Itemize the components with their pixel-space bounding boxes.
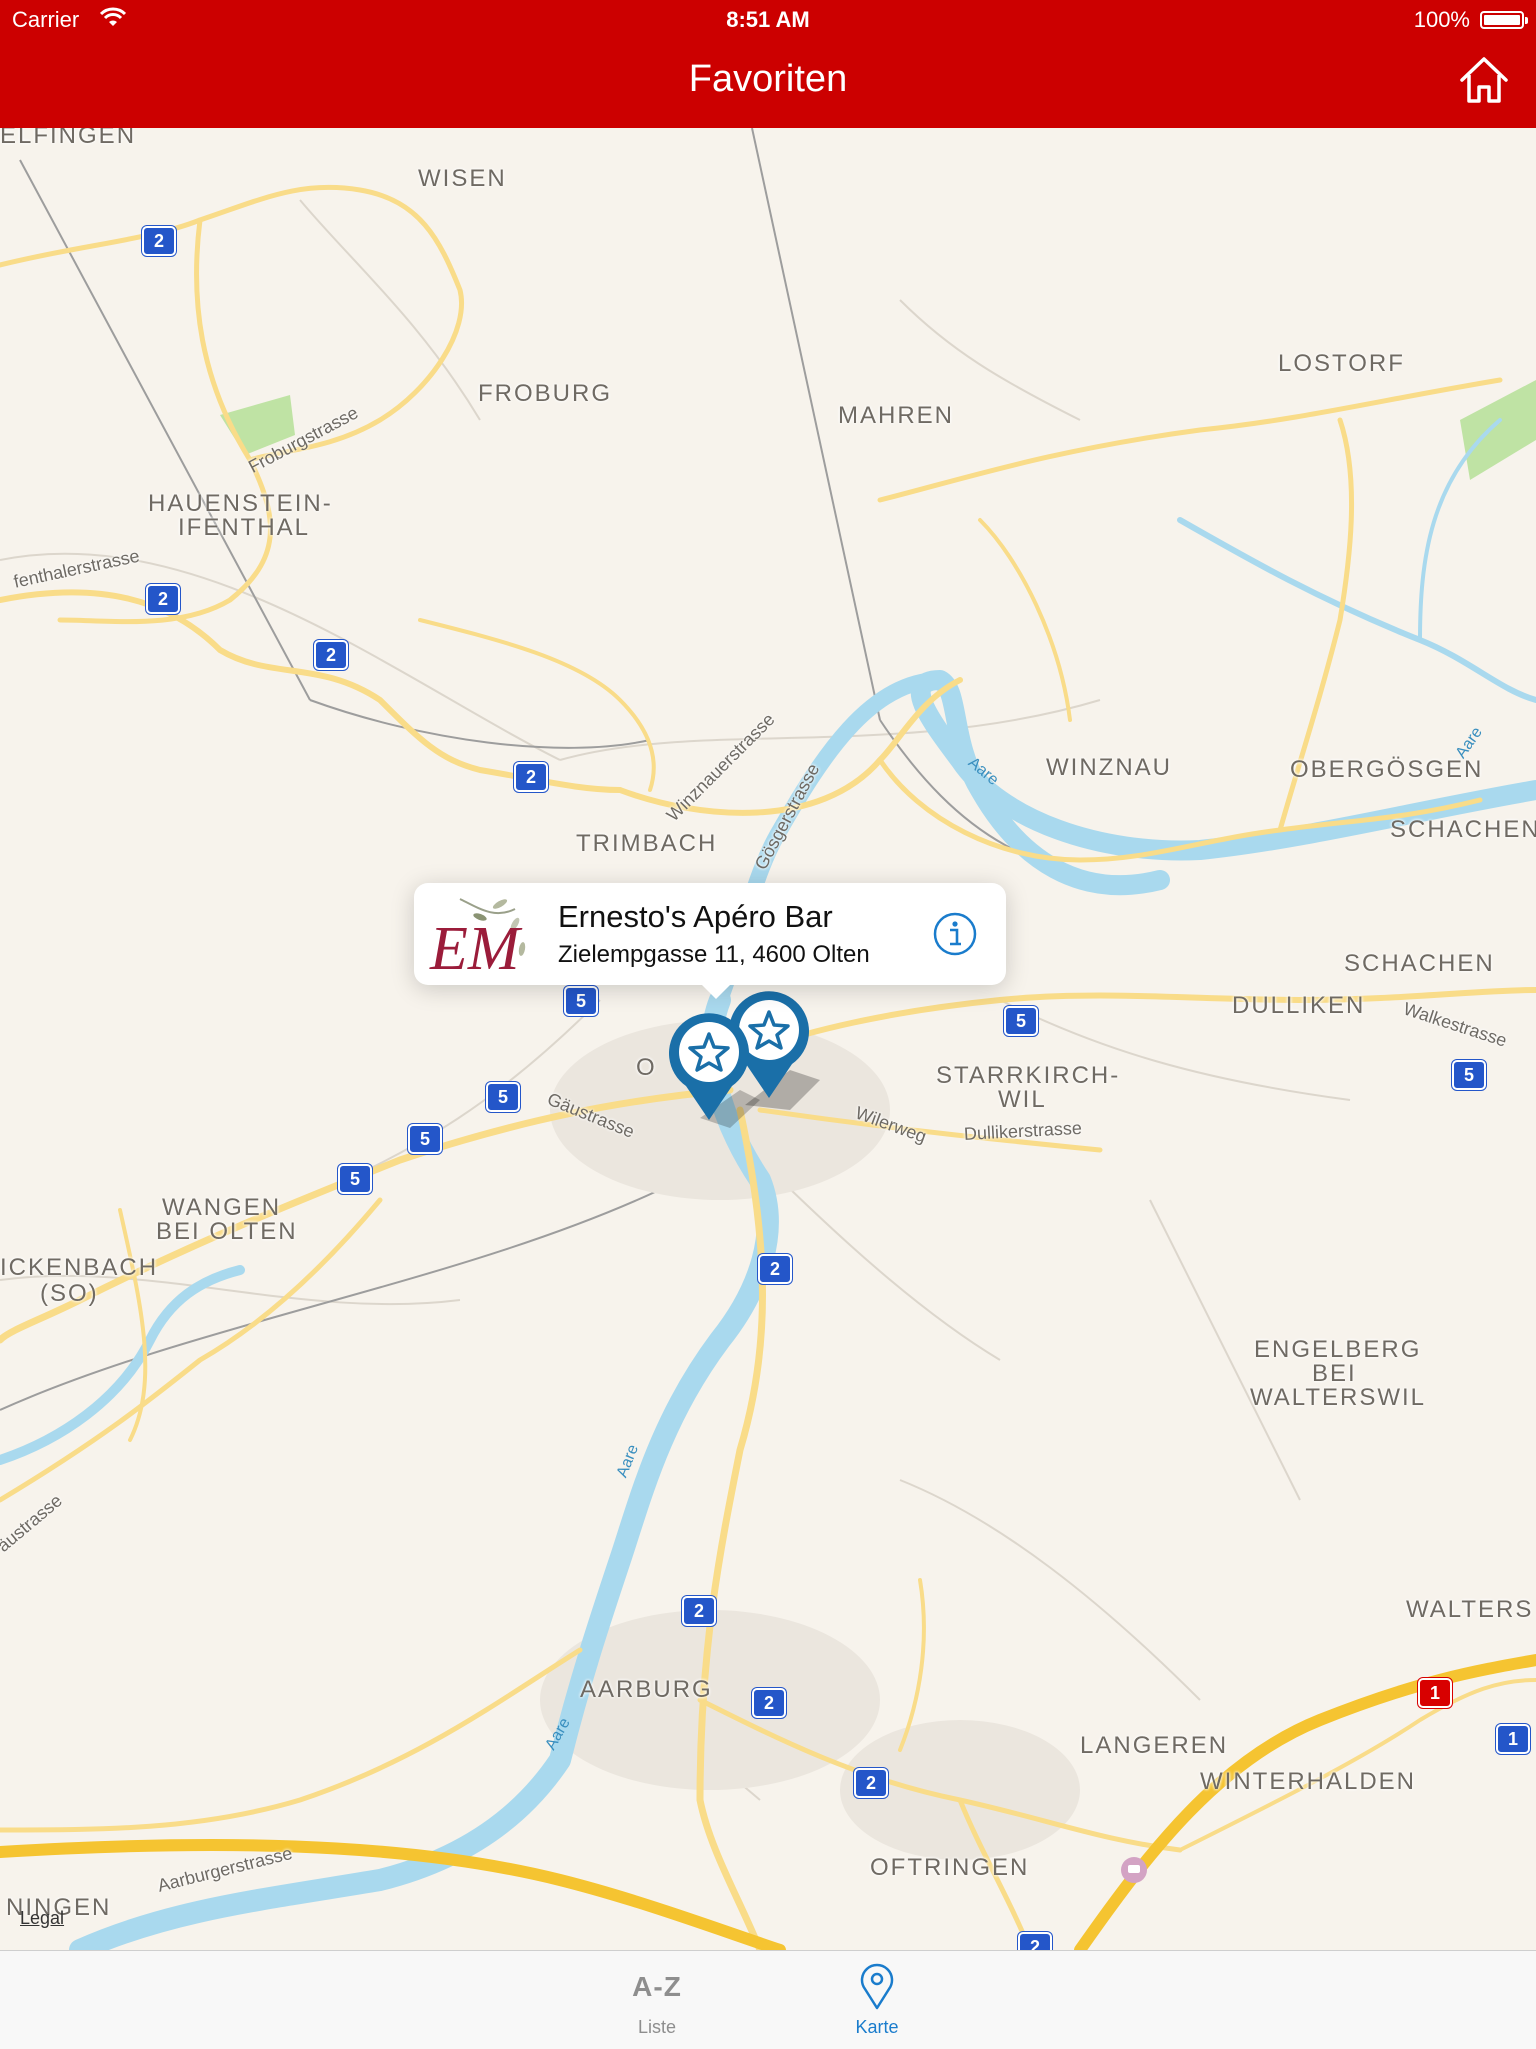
place-label: DULLIKEN	[1232, 992, 1366, 1019]
place-label: WINTERHALDEN	[1200, 1768, 1417, 1795]
home-icon[interactable]	[1456, 52, 1512, 108]
route-shield: 5	[1452, 1060, 1486, 1090]
map-view[interactable]: ELFINGEN WISEN FROBURG MAHREN LOSTORF HA…	[0, 128, 1536, 1950]
tab-liste[interactable]: A-Z Liste	[567, 1951, 747, 2049]
info-icon[interactable]	[932, 911, 978, 957]
callout-address: Zielempgasse 11, 4600 Olten	[558, 941, 870, 968]
tab-label: Liste	[637, 2017, 677, 2037]
route-shield: 2	[146, 584, 180, 614]
callout-title: Ernesto's Apéro Bar	[558, 899, 833, 934]
battery-icon	[1480, 11, 1528, 29]
route-shield: 5	[486, 1082, 520, 1112]
place-label: SCHACHEN	[1344, 950, 1495, 977]
place-label: WALTERS	[1406, 1596, 1534, 1623]
place-label: ICKENBACH	[0, 1254, 159, 1281]
route-shield: 5	[1004, 1006, 1038, 1036]
route-shield: 2	[752, 1688, 786, 1718]
route-shield: 2	[682, 1596, 716, 1626]
place-label: OBERGÖSGEN	[1290, 756, 1484, 783]
route-shield: 1	[1496, 1724, 1530, 1754]
route-shield: 2	[314, 640, 348, 670]
place-label: (SO)	[40, 1280, 99, 1307]
logo-text: EM	[429, 915, 523, 979]
favorite-pin-marker-selected[interactable]	[664, 1008, 754, 1128]
page-title: Favoriten	[688, 58, 848, 100]
battery-percent: 100%	[1413, 7, 1470, 32]
place-label: O	[636, 1054, 657, 1081]
place-label: ELFINGEN	[0, 128, 137, 149]
az-icon: A-Z	[632, 1971, 682, 2002]
place-label: LANGEREN	[1080, 1732, 1229, 1759]
venue-logo: EM	[420, 889, 530, 979]
top-bar: Carrier 8:51 AM 100% Favoriten	[0, 0, 1536, 128]
place-label: TRIMBACH	[576, 830, 718, 857]
route-shield: 5	[338, 1164, 372, 1194]
route-shield: 5	[564, 986, 598, 1016]
status-bar: Carrier 8:51 AM 100%	[0, 0, 1536, 40]
place-label: WINZNAU	[1046, 754, 1172, 781]
place-label: AARBURG	[580, 1676, 713, 1703]
route-shield: 5	[408, 1124, 442, 1154]
route-shield: 2	[758, 1254, 792, 1284]
place-label: MAHREN	[838, 402, 955, 429]
service-area-icon	[1121, 1857, 1147, 1883]
map-pin-icon	[860, 1963, 894, 2010]
place-label: BEI OLTEN	[156, 1218, 298, 1245]
place-label: OFTRINGEN	[870, 1854, 1030, 1881]
map-callout[interactable]: EM Ernesto's Apéro Bar Zielempgasse 11, …	[414, 883, 1006, 999]
route-shield: 2	[1018, 1932, 1052, 1950]
place-label: LOSTORF	[1278, 350, 1405, 377]
place-label: IFENTHAL	[178, 514, 311, 541]
route-shield: 2	[142, 226, 176, 256]
place-label: FROBURG	[478, 380, 612, 407]
place-label: WIL	[998, 1086, 1047, 1113]
route-shield: 1	[1418, 1678, 1452, 1708]
route-shield: 2	[514, 762, 548, 792]
tab-label: Karte	[855, 2017, 899, 2037]
legal-link[interactable]: Legal	[20, 1908, 64, 1929]
place-label: SCHACHEN	[1390, 816, 1536, 843]
clock: 8:51 AM	[726, 7, 810, 32]
route-shield: 2	[854, 1768, 888, 1798]
tab-bar: A-Z Liste Karte	[0, 1950, 1536, 2049]
tab-karte[interactable]: Karte	[787, 1951, 967, 2049]
place-label: WISEN	[418, 165, 507, 192]
place-label: WALTERSWIL	[1250, 1384, 1427, 1411]
